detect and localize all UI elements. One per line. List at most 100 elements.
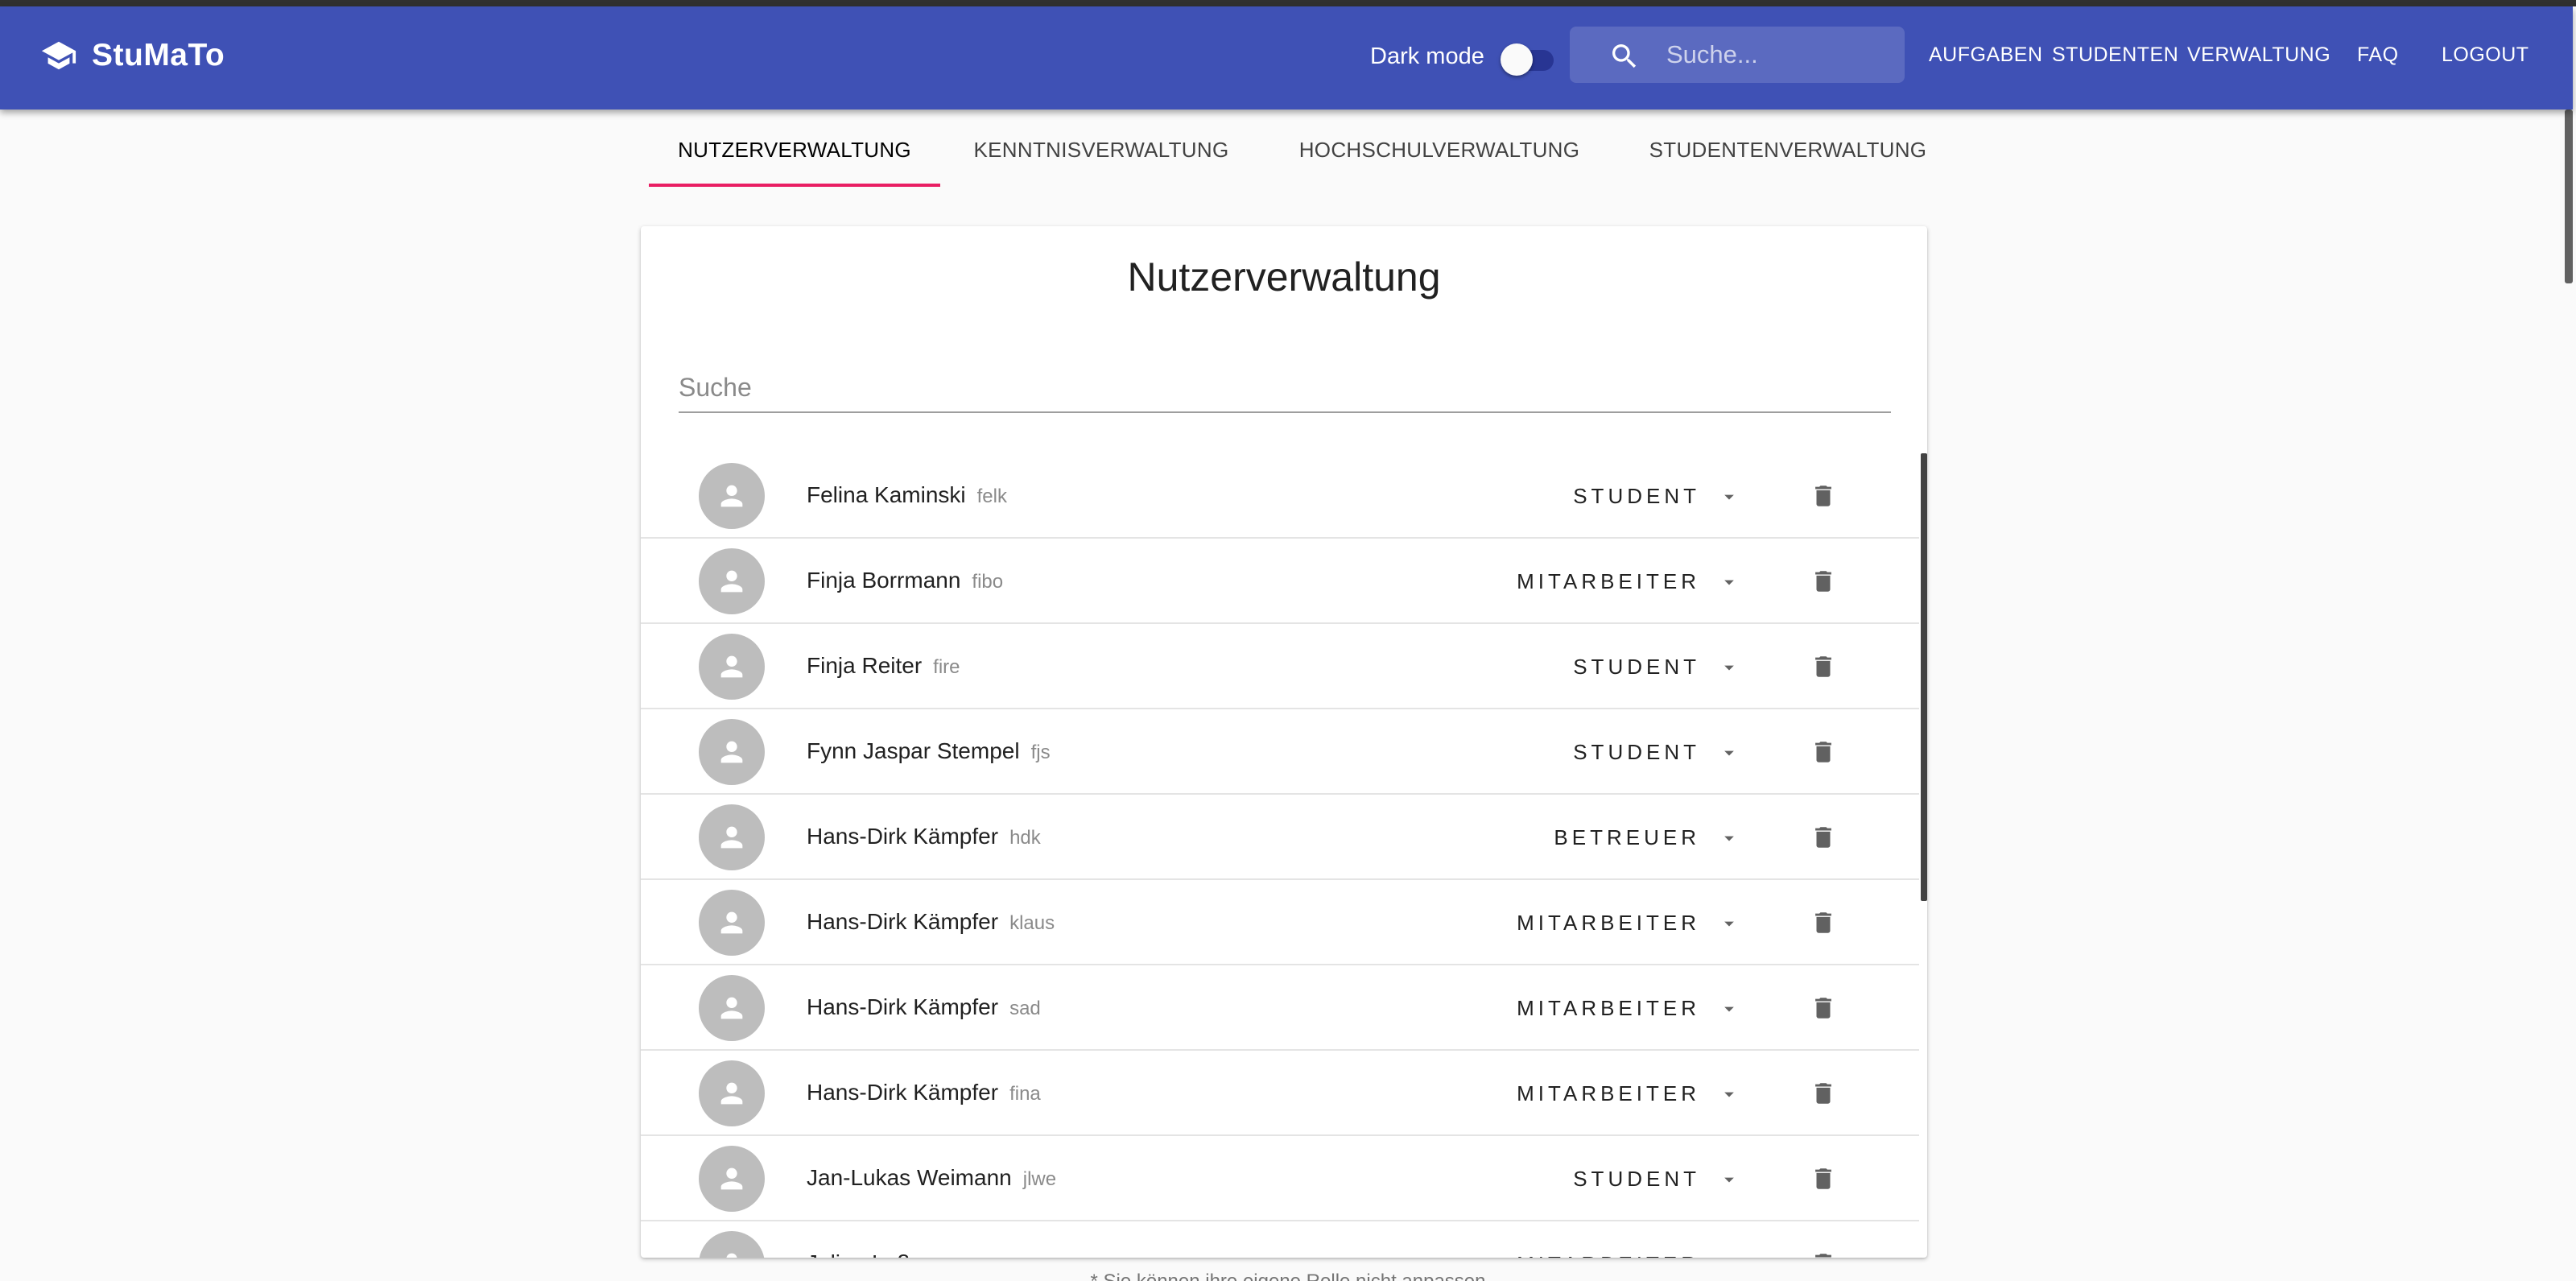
user-full-name: Hans-Dirk Kämpfer <box>807 1080 999 1105</box>
trash-icon[interactable] <box>1810 1165 1837 1192</box>
user-management-card: Nutzerverwaltung Felina Kaminski felk STU… <box>641 226 1927 1258</box>
nav-aufgaben[interactable]: AUFGABEN <box>1929 43 2043 67</box>
tab-kenntnisverwaltung[interactable]: KENNTNISVERWALTUNG <box>940 113 1262 187</box>
nav-verwaltung[interactable]: VERWALTUNG <box>2187 43 2330 67</box>
user-row: Hans-Dirk Kämpfer fina MITARBEITER <box>641 1051 1919 1136</box>
user-full-name: Felina Kaminski <box>807 482 966 507</box>
user-full-name: Hans-Dirk Kämpfer <box>807 909 999 934</box>
person-icon <box>720 997 743 1019</box>
role-select[interactable]: MITARBEITER <box>1517 569 1700 594</box>
user-login: hdk <box>1009 827 1041 849</box>
user-login: fire <box>933 656 960 678</box>
user-row: Finja Borrmann fibo MITARBEITER <box>641 539 1919 624</box>
chevron-down-icon[interactable] <box>1718 656 1740 679</box>
trash-icon[interactable] <box>1810 568 1837 595</box>
trash-icon[interactable] <box>1810 909 1837 936</box>
person-icon <box>720 1082 743 1105</box>
avatar <box>699 1146 765 1212</box>
avatar <box>699 719 765 785</box>
avatar <box>699 890 765 956</box>
trash-icon[interactable] <box>1810 653 1837 680</box>
user-name: Hans-Dirk Kämpfer klaus <box>807 909 1055 935</box>
chevron-down-icon[interactable] <box>1718 912 1740 935</box>
user-name: Hans-Dirk Kämpfer hdk <box>807 824 1041 849</box>
user-login: felk <box>976 486 1007 507</box>
page-scrollbar[interactable] <box>2565 110 2573 283</box>
user-row: Finja Reiter fire STUDENT <box>641 624 1919 709</box>
user-row: Jan-Lukas Weimann jlwe STUDENT <box>641 1136 1919 1221</box>
user-full-name: Julian Laß <box>807 1250 910 1258</box>
role-select[interactable]: MITARBEITER <box>1517 1252 1700 1258</box>
person-icon <box>720 485 743 507</box>
chevron-down-icon[interactable] <box>1718 1168 1740 1191</box>
trash-icon[interactable] <box>1810 482 1837 510</box>
user-row: Felina Kaminski felk STUDENT <box>641 453 1919 539</box>
trash-icon[interactable] <box>1810 824 1837 851</box>
tab-studentenverwaltung[interactable]: STUDENTENVERWALTUNG <box>1616 113 1959 187</box>
user-name: Fynn Jaspar Stempel fjs <box>807 738 1051 764</box>
active-tab-indicator <box>649 184 940 187</box>
user-login: sad <box>1009 998 1041 1019</box>
avatar <box>699 463 765 529</box>
role-select[interactable]: MITARBEITER <box>1517 1081 1700 1106</box>
nav-logout[interactable]: LOGOUT <box>2442 43 2529 67</box>
user-login: fjs <box>1030 742 1051 763</box>
chevron-down-icon[interactable] <box>1718 827 1740 849</box>
avatar <box>699 804 765 870</box>
chevron-down-icon[interactable] <box>1718 742 1740 764</box>
avatar <box>699 975 765 1041</box>
chevron-down-icon[interactable] <box>1718 486 1740 508</box>
role-select[interactable]: BETREUER <box>1554 825 1700 850</box>
user-login: jlwe <box>1022 1168 1057 1190</box>
tab-label: STUDENTENVERWALTUNG <box>1649 137 1927 162</box>
person-icon <box>720 741 743 763</box>
user-login: fina <box>1009 1083 1041 1105</box>
avatar <box>699 548 765 614</box>
role-select[interactable]: MITARBEITER <box>1517 996 1700 1021</box>
nav-faq[interactable]: FAQ <box>2357 43 2399 67</box>
user-name: Hans-Dirk Kämpfer sad <box>807 994 1041 1020</box>
role-select[interactable]: STUDENT <box>1573 1167 1700 1192</box>
user-name: Finja Borrmann fibo <box>807 568 1003 593</box>
nav-studenten[interactable]: STUDENTEN <box>2052 43 2178 67</box>
tab-hochschulverwaltung[interactable]: HOCHSCHULVERWALTUNG <box>1262 113 1616 187</box>
user-name: Felina Kaminski felk <box>807 482 1007 508</box>
avatar <box>699 1231 765 1258</box>
avatar <box>699 1060 765 1126</box>
user-search-input[interactable] <box>679 363 1891 411</box>
person-icon <box>720 655 743 678</box>
user-full-name: Finja Reiter <box>807 653 923 678</box>
user-login: klaus <box>1009 912 1055 934</box>
person-icon <box>720 911 743 934</box>
tab-label: NUTZERVERWALTUNG <box>678 137 911 162</box>
trash-icon[interactable] <box>1810 1080 1837 1107</box>
top-nav: AUFGABEN STUDENTEN VERWALTUNG FAQ LOGOUT <box>0 43 2576 76</box>
role-select[interactable]: STUDENT <box>1573 655 1700 680</box>
chevron-down-icon[interactable] <box>1718 998 1740 1020</box>
user-row: Hans-Dirk Kämpfer sad MITARBEITER <box>641 965 1919 1051</box>
user-search-field <box>679 363 1891 413</box>
user-name: Jan-Lukas Weimann jlwe <box>807 1165 1056 1191</box>
chevron-down-icon[interactable] <box>1718 1083 1740 1105</box>
user-row: Hans-Dirk Kämpfer klaus MITARBEITER <box>641 880 1919 965</box>
chevron-down-icon[interactable] <box>1718 1254 1740 1258</box>
role-select[interactable]: MITARBEITER <box>1517 911 1700 936</box>
user-name: Hans-Dirk Kämpfer fina <box>807 1080 1041 1105</box>
user-list-scrollbar[interactable] <box>1921 453 1927 901</box>
app-bar: StuMaTo Dark mode AUFGABEN STUDENTEN VER… <box>0 6 2573 110</box>
tab-label: HOCHSCHULVERWALTUNG <box>1298 137 1580 162</box>
person-icon <box>726 1253 737 1258</box>
role-select[interactable]: STUDENT <box>1573 484 1700 509</box>
role-footnote: * Sie können ihre eigene Rolle nicht anp… <box>0 1271 2576 1281</box>
user-row: Julian Laß MITARBEITER <box>641 1221 1919 1258</box>
window-top-strip <box>0 0 2576 6</box>
trash-icon[interactable] <box>1810 1250 1837 1258</box>
tab-label: KENNTNISVERWALTUNG <box>973 137 1229 162</box>
user-full-name: Fynn Jaspar Stempel <box>807 738 1020 763</box>
trash-icon[interactable] <box>1810 994 1837 1022</box>
role-select[interactable]: STUDENT <box>1573 740 1700 765</box>
trash-icon[interactable] <box>1810 738 1837 766</box>
tab-nutzerverwaltung[interactable]: NUTZERVERWALTUNG <box>649 113 940 187</box>
chevron-down-icon[interactable] <box>1718 571 1740 593</box>
user-name: Julian Laß <box>807 1250 922 1258</box>
